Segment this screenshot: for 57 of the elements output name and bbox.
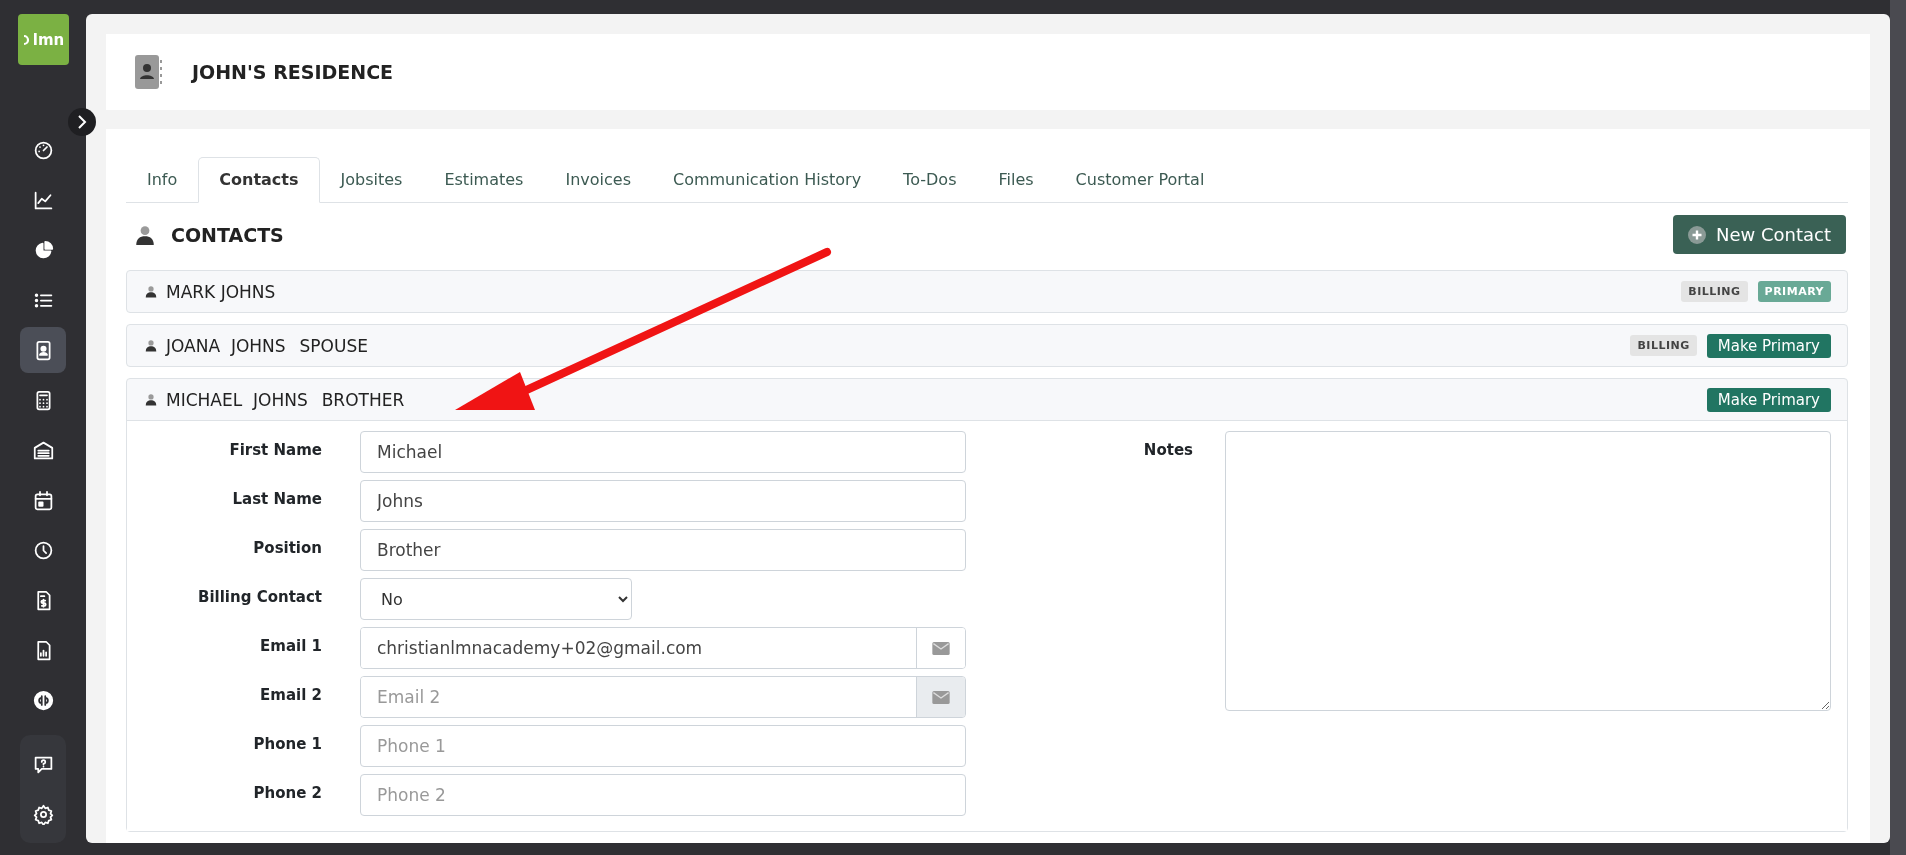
field-label: Email 1	[259, 636, 322, 655]
field-label: First Name	[228, 440, 322, 459]
make-primary-button[interactable]: Make Primary	[1706, 333, 1831, 358]
new-contact-button[interactable]: New Contact	[1673, 215, 1846, 254]
address-book-icon	[134, 54, 164, 90]
tab[interactable]: Contacts	[198, 157, 320, 203]
contact-name[interactable]: MICHAEL JOHNS	[166, 389, 308, 410]
field-label: Notes	[1142, 440, 1193, 461]
qb-icon	[32, 689, 54, 711]
nav-button[interactable]	[20, 327, 66, 373]
tab[interactable]: Jobsites	[319, 157, 424, 203]
tab[interactable]: Estimates	[423, 157, 545, 203]
tab[interactable]: Invoices	[544, 157, 652, 203]
text-field[interactable]: Phone 2	[360, 774, 966, 816]
page-title: JOHN'S RESIDENCE	[192, 61, 394, 83]
billing-badge: BILLING	[1630, 335, 1697, 356]
contact-name[interactable]: MARK JOHNS	[166, 281, 276, 302]
field-label: Last Name	[231, 489, 322, 508]
billing-badge: BILLING	[1681, 281, 1748, 302]
contact-relation: BROTHER	[321, 389, 405, 410]
tab[interactable]: Files	[977, 157, 1055, 203]
chevron-icon	[76, 115, 88, 129]
field-label: Phone 2	[252, 783, 322, 802]
clock-icon	[32, 539, 54, 561]
primary-badge: PRIMARY	[1757, 281, 1831, 302]
field-label: Position	[252, 538, 322, 557]
contact-relation: SPOUSE	[299, 335, 368, 356]
settings-icon	[32, 803, 54, 825]
notes-field[interactable]	[1225, 431, 1831, 711]
sidebar-toggle-button[interactable]	[68, 108, 96, 136]
email-field[interactable]: Email 2	[360, 676, 966, 718]
plus-circle-icon	[1688, 225, 1706, 244]
tab[interactable]: Info	[126, 157, 199, 203]
calendar-icon	[32, 489, 54, 511]
field-label: Phone 1	[252, 734, 322, 753]
gauge-icon	[32, 139, 54, 161]
line-chart-icon	[32, 189, 54, 211]
envelope-icon	[932, 641, 950, 655]
person-icon	[145, 285, 157, 298]
contact-name[interactable]: JOANA JOHNS	[166, 335, 286, 356]
tab[interactable]: Customer Portal	[1054, 157, 1226, 203]
text-field[interactable]: Phone 1	[360, 725, 966, 767]
field-label: Billing Contact	[197, 587, 322, 606]
field-label: Email 2	[259, 685, 322, 704]
make-primary-button[interactable]: Make Primary	[1706, 387, 1831, 412]
section-title: CONTACTS	[171, 223, 284, 246]
text-field[interactable]: Michael	[360, 431, 966, 473]
select-field[interactable]: No	[360, 578, 632, 620]
text-field[interactable]: Brother	[360, 529, 966, 571]
person-icon	[145, 393, 157, 406]
person-icon	[145, 339, 157, 352]
tab[interactable]: To-Dos	[882, 157, 978, 203]
tab[interactable]: Communication History	[652, 157, 883, 203]
scrollbar[interactable]	[1890, 0, 1906, 855]
email-field[interactable]: christianlmnacademy+02@gmail.com	[360, 627, 966, 669]
envelope-icon	[932, 690, 950, 704]
garage-icon	[32, 439, 54, 461]
